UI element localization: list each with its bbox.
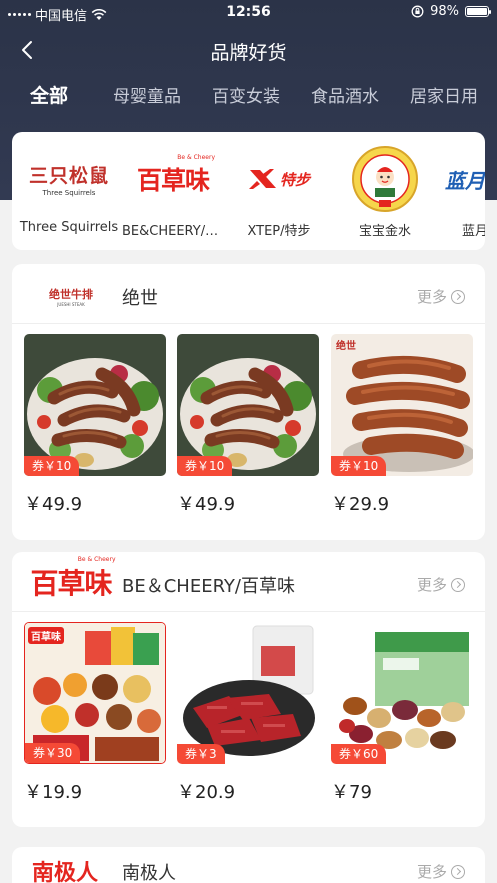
tab-maternal-baby[interactable]: 母婴童品 — [113, 82, 181, 107]
orientation-lock-icon — [411, 5, 424, 18]
nanjiren-logo: 南极人 — [32, 861, 99, 883]
product-price: ￥79 — [331, 782, 372, 803]
product-price: ￥20.9 — [177, 782, 236, 803]
grilled-sausages-image — [331, 334, 473, 476]
brand-name: 宝宝金水 — [358, 224, 411, 239]
jerky-pack-image — [177, 622, 319, 764]
be-cheery-logo: 百草味 Be & Cheery — [136, 154, 215, 195]
product-card[interactable]: 百草味 券￥30 ￥19.9 — [24, 622, 166, 804]
coupon-badge: 券￥30 — [25, 743, 81, 763]
coupon-badge: 券￥10 — [331, 456, 387, 476]
mixed-nuts-image — [331, 622, 473, 764]
brand-item-xtep[interactable]: 特步 XTEP/特步 — [224, 132, 334, 250]
coupon-badge: 券￥10 — [24, 456, 80, 476]
xtep-x-icon — [248, 169, 276, 189]
navigation-bar: 品牌好货 — [0, 30, 497, 70]
product-image: 绝世 券￥10 — [331, 334, 473, 476]
more-link[interactable]: 更多 — [417, 861, 465, 882]
blue-moon-logo: 蓝月 — [445, 168, 485, 193]
product-card[interactable]: 券￥10 ￥49.9 — [177, 334, 319, 516]
product-image: 券￥10 — [177, 334, 319, 476]
section-header: 绝世牛排 JUESHI STEAK 绝世 更多 — [12, 264, 485, 324]
section-header: 南极人 南极人 更多 — [12, 847, 485, 883]
section-brand-name: 南极人 — [122, 863, 176, 883]
tab-womens-clothing[interactable]: 百变女装 — [212, 82, 280, 107]
coupon-badge: 券￥3 — [177, 744, 225, 764]
brand-section-be-cheery: 百草味 Be & Cheery BE＆CHEERY/百草味 更多 百草味 券￥3… — [12, 552, 485, 827]
product-image: 券￥60 — [331, 622, 473, 764]
brand-item-baobao-jinshui[interactable]: 宝宝金水 — [330, 132, 440, 250]
section-brand-name: BE＆CHEERY/百草味 — [122, 576, 295, 597]
product-price: ￥29.9 — [331, 494, 390, 515]
section-header: 百草味 Be & Cheery BE＆CHEERY/百草味 更多 — [12, 552, 485, 612]
more-link[interactable]: 更多 — [417, 286, 465, 307]
brand-name: XTEP/特步 — [247, 224, 311, 239]
brand-item-three-squirrels[interactable]: 三只松鼠 Three Squirrels Three Squirrels — [14, 132, 124, 250]
tab-food-drinks[interactable]: 食品酒水 — [311, 82, 379, 107]
coupon-badge: 券￥60 — [331, 744, 387, 764]
tab-all[interactable]: 全部 — [30, 81, 68, 108]
tab-home-daily[interactable]: 居家日用 — [410, 82, 478, 107]
product-price: ￥19.9 — [24, 782, 83, 803]
product-image-label: 绝世 — [336, 341, 356, 352]
brand-item-blue-moon[interactable]: 蓝月 蓝月亮 — [436, 132, 485, 250]
section-brand-name: 绝世 — [122, 288, 158, 309]
product-image: 百草味 券￥30 — [24, 622, 166, 764]
baobao-badge-icon — [352, 146, 418, 212]
battery-percent: 98% — [430, 4, 459, 19]
page-title: 品牌好货 — [210, 42, 287, 64]
brand-section-jueshi: 绝世牛排 JUESHI STEAK 绝世 更多 券￥10 ￥49.9 券￥10 … — [12, 264, 485, 540]
product-card[interactable]: 券￥60 ￥79 — [331, 622, 473, 804]
xtep-logo: 特步 — [224, 144, 334, 214]
brand-name: BE&CHEERY/百草味 — [122, 224, 228, 239]
chevron-right-icon — [451, 289, 465, 304]
more-link[interactable]: 更多 — [417, 574, 465, 595]
three-squirrels-logo: 三只松鼠 Three Squirrels — [28, 165, 109, 197]
product-image: 券￥10 — [24, 334, 166, 476]
baobao-jinshui-logo — [330, 144, 440, 214]
brand-carousel: 三只松鼠 Three Squirrels Three Squirrels 百草味… — [12, 132, 485, 250]
be-cheery-logo: 百草味 Be & Cheery — [30, 556, 116, 600]
jueshi-logo: 绝世牛排 JUESHI STEAK — [49, 287, 93, 307]
chevron-right-icon — [451, 577, 465, 592]
product-image-label: 百草味 — [28, 627, 64, 644]
brand-name: 蓝月亮 — [462, 224, 485, 239]
sausage-plate-image — [24, 334, 166, 476]
brand-name: Three Squirrels — [19, 220, 119, 235]
battery-icon — [465, 6, 491, 17]
status-bar: 中国电信 12:56 98% — [0, 0, 497, 26]
product-card[interactable]: 券￥3 ￥20.9 — [177, 622, 319, 804]
chevron-right-icon — [451, 864, 465, 879]
category-tabs: 全部 母婴童品 百变女装 食品酒水 居家日用 — [0, 82, 497, 112]
product-card[interactable]: 券￥10 ￥49.9 — [24, 334, 166, 516]
product-card[interactable]: 绝世 券￥10 ￥29.9 — [331, 334, 473, 516]
product-price: ￥49.9 — [24, 494, 83, 515]
sausage-plate-image — [177, 334, 319, 476]
coupon-badge: 券￥10 — [177, 456, 233, 476]
brand-item-be-cheery[interactable]: 百草味 Be & Cheery BE&CHEERY/百草味 — [118, 132, 228, 250]
product-price: ￥49.9 — [177, 494, 236, 515]
product-image: 券￥3 — [177, 622, 319, 764]
brand-section-nanjiren: 南极人 南极人 更多 — [12, 847, 485, 883]
